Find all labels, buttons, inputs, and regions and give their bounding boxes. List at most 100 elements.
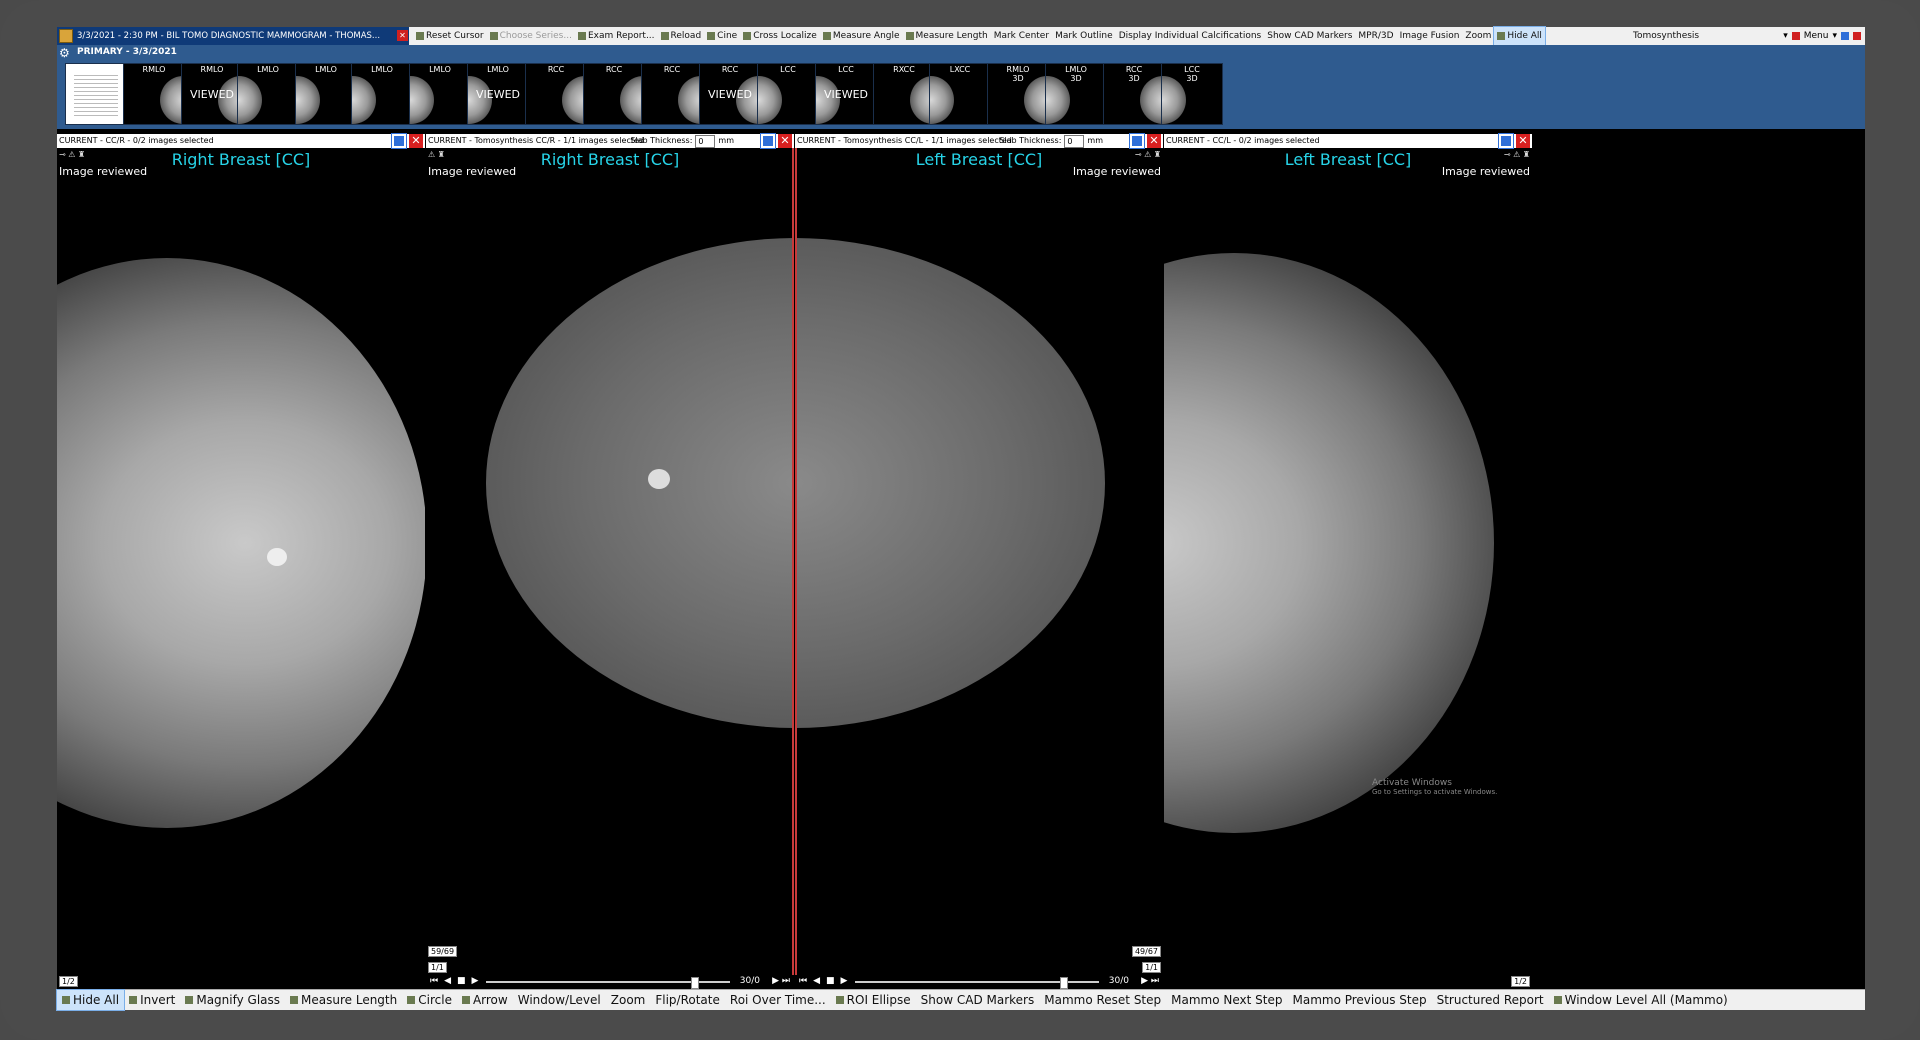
series-thumbnail[interactable]: LMLO: [237, 63, 299, 125]
tool-measure-length-button[interactable]: Measure Length: [903, 27, 991, 45]
tool-choose-series-button[interactable]: Choose Series...: [487, 27, 575, 45]
series-thumbnail[interactable]: LMLO: [409, 63, 471, 125]
gear-icon[interactable]: ⚙: [59, 47, 71, 59]
series-thumbnail[interactable]: RMLO 3D: [987, 63, 1049, 125]
cine-slider-knob[interactable]: [690, 977, 699, 989]
tool-window-level-all-mammo-button[interactable]: Window Level All (Mammo): [1549, 990, 1733, 1010]
menu-button[interactable]: Menu: [1804, 31, 1829, 41]
tool-measure-length-button[interactable]: Measure Length: [285, 990, 402, 1010]
play-icon[interactable]: ▶: [472, 976, 479, 986]
tool-zoom-button[interactable]: Zoom: [606, 990, 651, 1010]
image-canvas[interactable]: Activate Windows Go to Settings to activ…: [1164, 148, 1532, 989]
cine-slider-knob[interactable]: [1059, 977, 1068, 989]
viewport-right-cc[interactable]: CURRENT - CC/R - 0/2 images selected ✕ ⊸…: [57, 133, 425, 989]
close-icon[interactable]: ✕: [409, 134, 423, 148]
image-canvas[interactable]: [795, 148, 1163, 989]
slab-thickness-input[interactable]: 0: [695, 134, 716, 148]
tool-display-individual-calcifications-button[interactable]: Display Individual Calcifications: [1116, 27, 1265, 45]
tool-hide-all-button[interactable]: Hide All: [1493, 26, 1546, 46]
tool-mammo-next-step-button[interactable]: Mammo Next Step: [1166, 990, 1287, 1010]
series-thumbnail[interactable]: RMLO: [123, 63, 185, 125]
tool-hide-all-button[interactable]: Hide All: [55, 989, 126, 1011]
viewport-header-text: CURRENT - Tomosynthesis CC/L - 1/1 image…: [797, 136, 1012, 145]
prev-icon[interactable]: ◀: [444, 976, 451, 986]
tool-mark-outline-button[interactable]: Mark Outline: [1052, 27, 1116, 45]
tool-arrow-button[interactable]: Arrow: [457, 990, 513, 1010]
dropdown-arrow-icon[interactable]: ▾: [1783, 31, 1788, 41]
series-thumbnail[interactable]: LCC 3D: [1161, 63, 1223, 125]
image-canvas[interactable]: [57, 148, 425, 989]
slab-thickness-input[interactable]: 0: [1064, 134, 1085, 148]
close-icon[interactable]: ✕: [1147, 134, 1161, 148]
series-thumbnail[interactable]: LMLO VIEWED: [467, 63, 529, 125]
tool-image-fusion-button[interactable]: Image Fusion: [1397, 27, 1463, 45]
maximize-icon[interactable]: [1129, 133, 1145, 149]
tool-mammo-reset-step-button[interactable]: Mammo Reset Step: [1039, 990, 1166, 1010]
play-icon[interactable]: ▶: [841, 976, 848, 986]
window-close-icon[interactable]: [1853, 32, 1861, 40]
cine-slider[interactable]: [855, 977, 1099, 989]
close-icon[interactable]: ✕: [778, 134, 792, 148]
viewport-left-cc[interactable]: Activate Windows Go to Settings to activ…: [1164, 133, 1532, 989]
prev-icon[interactable]: ◀: [813, 976, 820, 986]
maximize-icon[interactable]: [760, 133, 776, 149]
image-canvas[interactable]: [426, 148, 794, 989]
series-thumbnail[interactable]: RCC: [583, 63, 645, 125]
tool-circle-button[interactable]: Circle: [402, 990, 457, 1010]
tool-reset-cursor-button[interactable]: Reset Cursor: [413, 27, 487, 45]
series-thumbnail[interactable]: RMLO VIEWED: [181, 63, 243, 125]
review-status: Image reviewed: [59, 165, 148, 178]
series-thumbnail[interactable]: RCC 3D: [1103, 63, 1165, 125]
tool-exam-report-button[interactable]: Exam Report...: [575, 27, 658, 45]
series-thumbnail[interactable]: RCC: [641, 63, 703, 125]
tool-cine-button[interactable]: Cine: [704, 27, 740, 45]
patient-study-tab[interactable]: 3/3/2021 - 2:30 PM - BIL TOMO DIAGNOSTIC…: [57, 27, 409, 45]
tool-flip-rotate-button[interactable]: Flip/Rotate: [650, 990, 725, 1010]
tool-roi-over-time-button[interactable]: Roi Over Time...: [725, 990, 831, 1010]
series-thumbnail[interactable]: [65, 63, 127, 125]
series-thumbnail[interactable]: LCC VIEWED: [815, 63, 877, 125]
maximize-icon[interactable]: [1498, 133, 1514, 149]
tool-reload-button[interactable]: Reload: [658, 27, 705, 45]
tool-mpr-3d-button[interactable]: MPR/3D: [1355, 27, 1396, 45]
series-thumbnail[interactable]: LMLO: [351, 63, 413, 125]
last-frame-icon[interactable]: ⏭: [782, 976, 790, 986]
stop-icon[interactable]: ■: [826, 976, 835, 986]
next-icon[interactable]: ▶: [1141, 976, 1148, 986]
maximize-icon[interactable]: [391, 133, 407, 149]
series-thumbnail[interactable]: RCC VIEWED: [699, 63, 761, 125]
viewed-badge: VIEWED: [189, 88, 235, 101]
viewport-left-tomo[interactable]: CURRENT - Tomosynthesis CC/L - 1/1 image…: [795, 133, 1163, 989]
chevron-down-icon[interactable]: ▾: [1832, 31, 1837, 41]
series-thumbnail[interactable]: LXCC: [929, 63, 991, 125]
tool-mammo-previous-step-button[interactable]: Mammo Previous Step: [1287, 990, 1431, 1010]
tool-show-cad-markers-button[interactable]: Show CAD Markers: [916, 990, 1040, 1010]
series-thumbnail[interactable]: LMLO: [295, 63, 357, 125]
first-frame-icon[interactable]: ⏮: [799, 976, 807, 986]
series-thumbnail[interactable]: RXCC: [873, 63, 935, 125]
first-frame-icon[interactable]: ⏮: [430, 976, 438, 986]
close-icon[interactable]: ✕: [1516, 134, 1530, 148]
viewport-right-tomo[interactable]: CURRENT - Tomosynthesis CC/R - 1/1 image…: [426, 133, 794, 989]
tool-structured-report-button[interactable]: Structured Report: [1432, 990, 1549, 1010]
window-restore-icon[interactable]: [1841, 32, 1849, 40]
stop-icon[interactable]: ■: [457, 976, 466, 986]
tool-invert-button[interactable]: Invert: [124, 990, 180, 1010]
series-thumbnail[interactable]: LCC: [757, 63, 819, 125]
series-thumbnail[interactable]: RCC: [525, 63, 587, 125]
invert-icon: [129, 996, 138, 1004]
tool-show-cad-markers-button[interactable]: Show CAD Markers: [1264, 27, 1355, 45]
tool-measure-angle-button[interactable]: Measure Angle: [820, 27, 903, 45]
tool-mark-center-button[interactable]: Mark Center: [991, 27, 1052, 45]
tool-magnify-glass-button[interactable]: Magnify Glass: [180, 990, 285, 1010]
tool-zoom-button[interactable]: Zoom: [1462, 27, 1494, 45]
series-thumbnail[interactable]: LMLO 3D: [1045, 63, 1107, 125]
next-icon[interactable]: ▶: [772, 976, 779, 986]
cine-slider[interactable]: [486, 977, 730, 989]
tool-roi-ellipse-button[interactable]: ROI Ellipse: [831, 990, 916, 1010]
slice-indicator: 59/69: [428, 946, 458, 957]
tool-window-level-button[interactable]: Window/Level: [513, 990, 606, 1010]
last-frame-icon[interactable]: ⏭: [1151, 976, 1159, 986]
close-study-icon[interactable]: ✕: [397, 30, 408, 41]
tool-cross-localize-button[interactable]: Cross Localize: [740, 27, 820, 45]
